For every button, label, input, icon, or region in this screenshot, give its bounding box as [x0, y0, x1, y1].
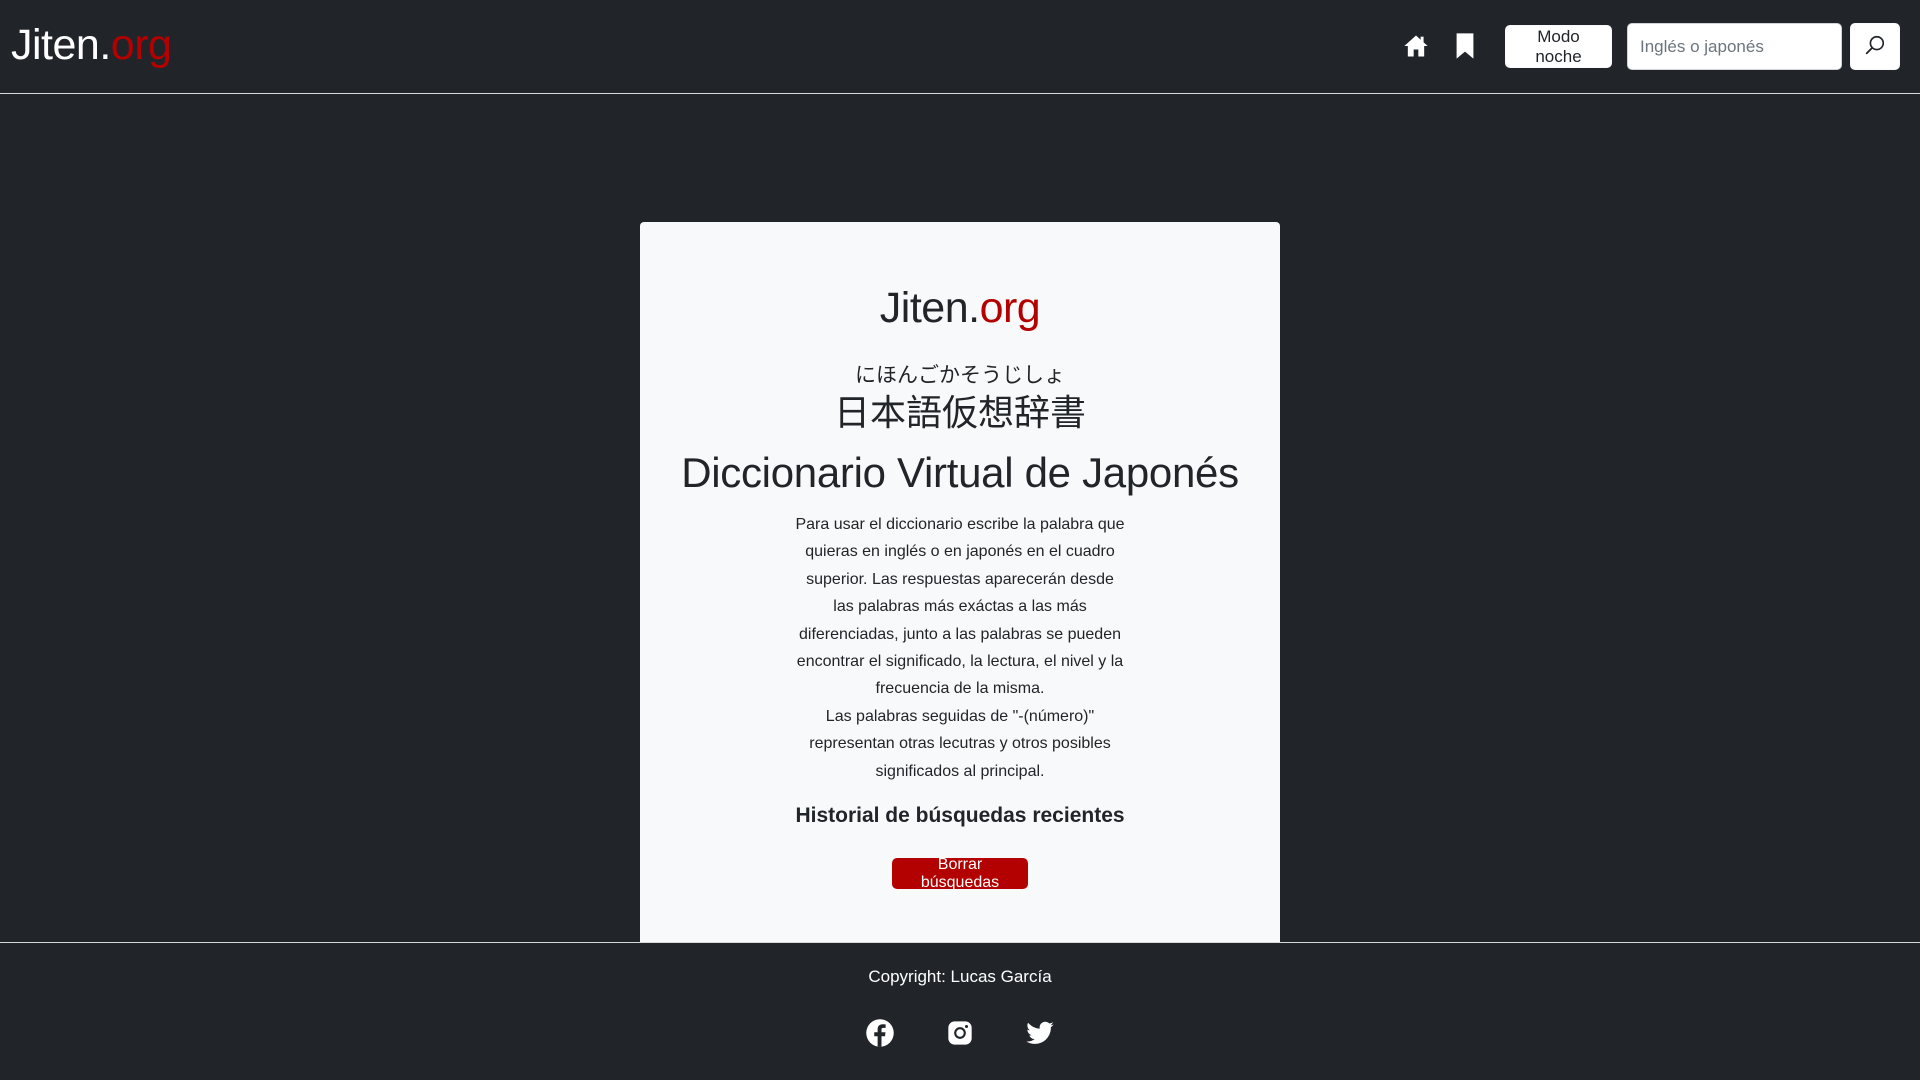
card-title: Jiten.org [640, 282, 1280, 334]
page-title: Diccionario Virtual de Japonés [681, 449, 1239, 496]
brand-text-main: Jiten. [11, 21, 111, 69]
search-button[interactable] [1850, 23, 1900, 70]
twitter-icon[interactable] [1024, 1017, 1056, 1049]
navbar: Jiten.org Modo noche [0, 0, 1920, 94]
copyright-text: Copyright: Lucas García [868, 967, 1052, 986]
search-input[interactable] [1627, 23, 1842, 70]
brand-text-accent: org [110, 21, 172, 69]
instructions-paragraph-1: Para usar el diccionario escribe la pala… [795, 516, 1125, 698]
facebook-icon[interactable] [864, 1017, 896, 1049]
clear-searches-button[interactable]: Borrar búsquedas [892, 856, 1028, 891]
instagram-icon[interactable] [944, 1017, 976, 1049]
card-title-main: Jiten. [879, 284, 980, 332]
card-title-accent: org [979, 284, 1041, 332]
footer: Copyright: Lucas García [0, 942, 1920, 1080]
brand-logo[interactable]: Jiten.org [11, 19, 172, 71]
search-icon [1864, 34, 1886, 59]
intro-card: Jiten.org にほんごかそうじしょ 日本語仮想辞書 Diccionario… [640, 222, 1280, 943]
bookmark-icon[interactable] [1450, 30, 1480, 62]
furigana-reading: にほんごかそうじしょ [855, 363, 1065, 387]
night-mode-button[interactable]: Modo noche [1505, 25, 1612, 68]
kanji-title: 日本語仮想辞書 [833, 393, 1086, 434]
home-icon[interactable] [1401, 30, 1431, 62]
instructions-paragraph-2: Las palabras seguidas de "-(número)" rep… [809, 707, 1111, 780]
instructions-text: Para usar el diccionario escribe la pala… [795, 511, 1125, 785]
search-history-heading: Historial de búsquedas recientes [795, 804, 1125, 827]
